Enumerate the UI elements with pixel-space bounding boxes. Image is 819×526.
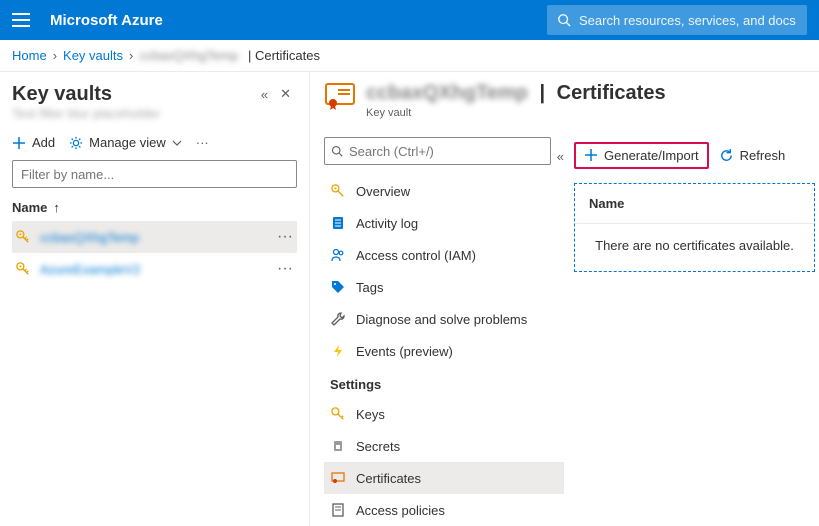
refresh-button[interactable]: Refresh (719, 148, 786, 163)
nav-secrets[interactable]: Secrets (324, 430, 564, 462)
nav-events[interactable]: Events (preview) (324, 335, 564, 367)
certificate-icon (330, 471, 346, 485)
breadcrumb-suffix: | Certificates (244, 48, 320, 63)
column-header-name[interactable]: Name ↑ (12, 200, 297, 215)
chevron-right-icon: › (53, 48, 57, 63)
filter-input[interactable] (12, 160, 297, 188)
nav-keys[interactable]: Keys (324, 398, 564, 430)
detail-search-input[interactable] (349, 144, 544, 159)
breadcrumb-home[interactable]: Home (12, 48, 47, 63)
blade-subtitle: Text filter blur placeholder (12, 106, 297, 121)
nav-tags[interactable]: Tags (324, 271, 564, 303)
manage-view-label: Manage view (89, 135, 166, 150)
close-blade-icon[interactable]: ✕ (274, 82, 297, 106)
wrench-icon (330, 312, 346, 326)
global-search[interactable] (547, 5, 807, 35)
chevron-down-icon (172, 140, 182, 146)
breadcrumb-keyvaults[interactable]: Key vaults (63, 48, 123, 63)
certificates-content: Generate/Import Refresh Name There are n… (564, 137, 819, 526)
more-button[interactable]: ··· (196, 135, 209, 150)
search-icon (331, 145, 343, 157)
people-icon (330, 248, 346, 262)
manage-view-button[interactable]: Manage view (69, 135, 182, 150)
brand-label: Microsoft Azure (50, 12, 163, 29)
add-label: Add (32, 135, 55, 150)
global-header: Microsoft Azure (0, 0, 819, 40)
certificate-icon (324, 82, 356, 110)
generate-import-button[interactable]: Generate/Import (574, 142, 709, 169)
generate-import-label: Generate/Import (604, 148, 699, 163)
nav-overview[interactable]: Overview (324, 175, 564, 207)
secret-icon (330, 439, 346, 453)
detail-title: ccbaxQXhgTemp | Certificates (366, 82, 666, 105)
blade-title: Key vaults (12, 83, 255, 106)
detail-search[interactable] (324, 137, 551, 165)
nav-certificates[interactable]: Certificates (324, 462, 564, 494)
detail-nav: « Overview Activity log Access control (… (324, 137, 564, 526)
key-icon (16, 230, 30, 244)
tag-icon (330, 280, 346, 294)
policies-icon (330, 503, 346, 517)
breadcrumb-resource[interactable]: ccbaxQXhgTemp (139, 48, 238, 63)
refresh-label: Refresh (740, 148, 786, 163)
search-icon (557, 13, 571, 27)
chevron-right-icon: › (129, 48, 133, 63)
list-item[interactable]: AzureExampleV2 ··· (12, 253, 297, 285)
gear-icon (69, 136, 83, 150)
column-header-name[interactable]: Name (575, 184, 814, 224)
global-search-input[interactable] (579, 13, 797, 28)
plus-icon (584, 148, 598, 162)
nav-group-settings: Settings (324, 367, 564, 398)
empty-state-text: There are no certificates available. (575, 224, 814, 271)
list-item[interactable]: ccbaxQXhgTemp ··· (12, 221, 297, 253)
add-button[interactable]: Add (12, 135, 55, 150)
plus-icon (12, 136, 26, 150)
overview-icon (330, 184, 346, 198)
key-icon (16, 262, 30, 276)
breadcrumb: Home › Key vaults › ccbaxQXhgTemp | Cert… (0, 40, 819, 72)
hamburger-menu-icon[interactable] (12, 13, 30, 27)
lightning-icon (330, 344, 346, 358)
list-item-name: ccbaxQXhgTemp (40, 230, 139, 245)
detail-blade: ccbaxQXhgTemp | Certificates Key vault « (310, 72, 819, 526)
collapse-blade-icon[interactable]: « (255, 83, 274, 106)
keyvaults-blade: Key vaults « ✕ Text filter blur placehol… (0, 72, 310, 526)
nav-access-policies[interactable]: Access policies (324, 494, 564, 526)
row-more-icon[interactable]: ··· (277, 260, 293, 278)
certificates-table: Name There are no certificates available… (574, 183, 815, 272)
blade-commandbar: Add Manage view ··· (12, 135, 297, 150)
collapse-nav-icon[interactable]: « (557, 149, 564, 164)
list-item-name: AzureExampleV2 (40, 262, 140, 277)
row-more-icon[interactable]: ··· (277, 228, 293, 246)
nav-diagnose[interactable]: Diagnose and solve problems (324, 303, 564, 335)
detail-subtitle: Key vault (366, 107, 666, 119)
nav-activity-log[interactable]: Activity log (324, 207, 564, 239)
log-icon (330, 216, 346, 230)
key-icon (330, 407, 346, 421)
refresh-icon (719, 148, 734, 163)
nav-access-control[interactable]: Access control (IAM) (324, 239, 564, 271)
sort-asc-icon: ↑ (53, 200, 60, 215)
